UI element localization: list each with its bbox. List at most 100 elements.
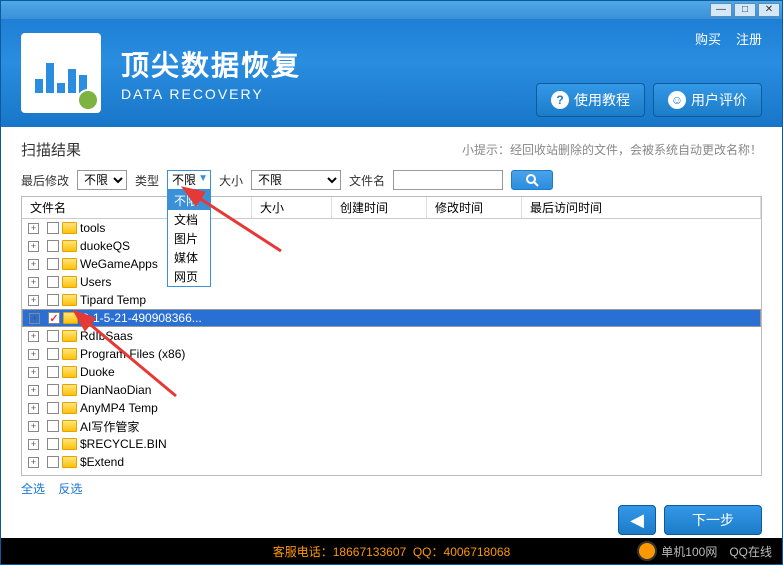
folder-icon — [62, 276, 77, 288]
buy-link[interactable]: 购买 — [695, 29, 721, 48]
row-checkbox[interactable] — [47, 366, 59, 378]
refresh-icon — [77, 89, 99, 111]
file-name: Program Files (x86) — [80, 347, 185, 361]
expand-icon[interactable]: + — [28, 403, 39, 414]
row-checkbox[interactable] — [47, 438, 59, 450]
table-row[interactable]: + RdIbSaas — [22, 327, 761, 345]
row-checkbox[interactable] — [47, 402, 59, 414]
minimize-button[interactable]: — — [710, 3, 732, 17]
review-button[interactable]: ☺ 用户评价 — [653, 83, 762, 117]
row-checkbox[interactable] — [48, 312, 60, 324]
qq-number: 4006718068 — [444, 545, 511, 559]
close-button[interactable]: ✕ — [758, 3, 780, 17]
last-modified-select[interactable]: 不限 — [77, 170, 127, 190]
col-name[interactable]: 文件名 — [22, 197, 252, 218]
folder-icon — [62, 294, 77, 306]
type-option[interactable]: 不限 — [168, 191, 210, 210]
prev-button[interactable]: ◀ — [618, 505, 656, 535]
table-row[interactable]: + $Extend — [22, 453, 761, 471]
type-dropdown: 不限 文档 图片 媒体 网页 — [167, 190, 211, 287]
table-row[interactable]: +AI写作管家 — [22, 417, 761, 435]
row-checkbox[interactable] — [47, 420, 59, 432]
footer: 客服电话：18667133607 QQ：4006718068 单机100网 QQ… — [1, 538, 782, 564]
table-row[interactable]: + S-1-5-21-490908366... — [22, 309, 761, 327]
expand-icon[interactable]: + — [28, 349, 39, 360]
table-row[interactable]: +DianNaoDian — [22, 381, 761, 399]
row-checkbox[interactable] — [47, 330, 59, 342]
table-row[interactable]: +WeGameApps — [22, 255, 761, 273]
review-icon: ☺ — [668, 91, 686, 109]
register-link[interactable]: 注册 — [736, 29, 762, 48]
table-row[interactable]: + Users — [22, 273, 761, 291]
row-checkbox[interactable] — [47, 222, 59, 234]
row-checkbox[interactable] — [47, 456, 59, 468]
help-icon: ? — [551, 91, 569, 109]
file-name: RdIbSaas — [80, 329, 133, 343]
row-checkbox[interactable] — [47, 240, 59, 252]
table-row[interactable]: + Program Files (x86) — [22, 345, 761, 363]
col-size[interactable]: 大小 — [252, 197, 332, 218]
expand-icon[interactable]: + — [28, 241, 39, 252]
table-row[interactable]: + AnyMP4 Temp — [22, 399, 761, 417]
expand-icon[interactable]: + — [28, 367, 39, 378]
table-row[interactable]: + Duoke — [22, 363, 761, 381]
expand-icon[interactable]: + — [28, 385, 39, 396]
file-name: S-1-5-21-490908366... — [81, 311, 202, 325]
titlebar: — □ ✕ — [1, 1, 782, 19]
last-modified-label: 最后修改 — [21, 172, 69, 189]
col-accessed[interactable]: 最后访问时间 — [522, 197, 761, 218]
type-select[interactable]: 不限 ▼ 不限 文档 图片 媒体 网页 — [167, 170, 211, 190]
file-name: duokeQS — [80, 239, 130, 253]
tutorial-button[interactable]: ? 使用教程 — [536, 83, 645, 117]
file-name: tools — [80, 221, 105, 235]
expand-icon[interactable]: + — [28, 277, 39, 288]
folder-icon — [62, 420, 77, 432]
expand-icon[interactable]: + — [28, 259, 39, 270]
filename-input[interactable] — [393, 170, 503, 190]
maximize-button[interactable]: □ — [734, 3, 756, 17]
folder-icon — [62, 348, 77, 360]
watermark-text: 单机100网 — [661, 543, 717, 560]
expand-icon[interactable]: + — [28, 421, 39, 432]
col-created[interactable]: 创建时间 — [332, 197, 427, 218]
file-name: Users — [80, 275, 111, 289]
table-row[interactable]: +$RECYCLE.BIN — [22, 435, 761, 453]
row-checkbox[interactable] — [47, 348, 59, 360]
table-row[interactable]: + duokeQS — [22, 237, 761, 255]
file-name: Duoke — [80, 365, 115, 379]
expand-icon[interactable]: + — [28, 457, 39, 468]
invert-select-link[interactable]: 反选 — [58, 482, 82, 496]
row-checkbox[interactable] — [47, 258, 59, 270]
expand-icon[interactable]: + — [28, 295, 39, 306]
table-row[interactable]: + tools — [22, 219, 761, 237]
app-title-en: DATA RECOVERY — [121, 86, 301, 102]
next-button[interactable]: 下一步 — [664, 505, 762, 535]
table-row[interactable]: +Tipard Temp — [22, 291, 761, 309]
folder-icon — [62, 330, 77, 342]
size-select[interactable]: 不限 — [251, 170, 341, 190]
folder-icon — [62, 366, 77, 378]
type-option[interactable]: 图片 — [168, 229, 210, 248]
file-tree[interactable]: +tools+duokeQS+WeGameApps+Users+Tipard T… — [22, 219, 761, 475]
row-checkbox[interactable] — [47, 294, 59, 306]
row-checkbox[interactable] — [47, 384, 59, 396]
row-checkbox[interactable] — [47, 276, 59, 288]
expand-icon[interactable]: + — [28, 331, 39, 342]
file-pane: 文件名 大小 创建时间 修改时间 最后访问时间 + tools + duokeQS +W… — [21, 196, 762, 476]
col-modified[interactable]: 修改时间 — [427, 197, 522, 218]
type-option[interactable]: 文档 — [168, 210, 210, 229]
header: 顶尖数据恢复 DATA RECOVERY 购买 注册 ? 使用教程 ☺ 用户评价 — [1, 19, 782, 127]
file-name: $Extend — [80, 455, 124, 469]
search-button[interactable] — [511, 170, 553, 190]
expand-icon[interactable]: + — [28, 439, 39, 450]
type-option[interactable]: 媒体 — [168, 248, 210, 267]
folder-icon — [62, 456, 77, 468]
file-name: AnyMP4 Temp — [80, 401, 158, 415]
expand-icon[interactable]: + — [29, 313, 40, 324]
hint-text: 小提示：经回收站删除的文件，会被系统自动更改名称！ — [462, 141, 762, 158]
type-option[interactable]: 网页 — [168, 267, 210, 286]
folder-icon — [62, 222, 77, 234]
select-all-link[interactable]: 全选 — [21, 482, 45, 496]
expand-icon[interactable]: + — [28, 223, 39, 234]
app-logo — [21, 33, 101, 113]
